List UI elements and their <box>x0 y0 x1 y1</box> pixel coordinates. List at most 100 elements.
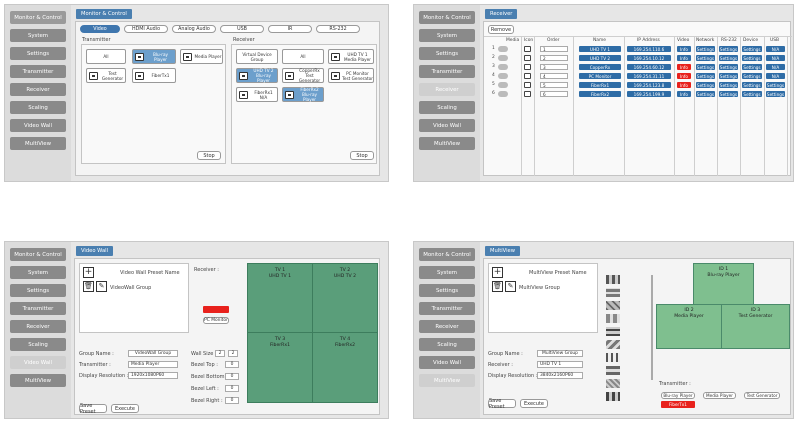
execute-button[interactable]: Execute <box>520 399 548 408</box>
tx-device-fibertx1[interactable]: FiberTx1 <box>132 68 176 83</box>
rx-device-fiberrx2[interactable]: FiberRx2 Blu-ray Player <box>282 87 324 102</box>
tx-all-button[interactable]: All <box>86 49 126 64</box>
add-preset-icon[interactable]: + <box>492 267 503 278</box>
resolution-select[interactable]: 3840x2160P60 <box>537 372 583 379</box>
sidebar-item-system[interactable]: System <box>419 29 475 42</box>
row-network-settings-button[interactable]: Settings <box>696 73 715 79</box>
bezel-bottom-input[interactable]: 0 <box>225 373 239 380</box>
mv-window-1[interactable]: ID 1 Blu-ray Player <box>693 263 754 305</box>
preset-item[interactable]: MultiView Group <box>519 285 560 291</box>
tab-rs232[interactable]: RS-232 <box>316 25 360 33</box>
sidebar-item-scaling[interactable]: Scaling <box>419 338 475 351</box>
row-network-settings-button[interactable]: Settings <box>696 46 715 52</box>
thumbnail-2[interactable] <box>606 288 620 297</box>
sidebar-item-monitor-control[interactable]: Monitor & Control <box>419 248 475 261</box>
row-network-settings-button[interactable]: Settings <box>696 82 715 88</box>
pc-monitor-button[interactable]: PC Monitor <box>203 317 229 324</box>
execute-button[interactable]: Execute <box>111 404 139 413</box>
row-rs232-settings-button[interactable]: Settings <box>719 73 738 79</box>
sidebar-item-system[interactable]: System <box>419 266 475 279</box>
sidebar-item-settings[interactable]: Settings <box>419 47 475 60</box>
rx-device-uhd-tv1[interactable]: UHD TV 1 Media Player <box>328 49 374 64</box>
row-order-select[interactable]: 6 <box>540 91 568 97</box>
sidebar-item-monitor-control[interactable]: Monitor & Control <box>10 248 66 261</box>
sidebar-item-scaling[interactable]: Scaling <box>419 101 475 114</box>
row-device-settings-button[interactable]: Settings <box>742 73 762 79</box>
row-toggle[interactable] <box>498 73 508 79</box>
resolution-select[interactable]: 1920x1080P60 <box>128 372 178 379</box>
row-order-select[interactable]: 2 <box>540 55 568 61</box>
transmitter-select[interactable]: Media Player <box>128 361 178 368</box>
tab-analog-audio[interactable]: Analog Audio <box>172 25 216 33</box>
edit-icon[interactable]: ✎ <box>505 281 516 292</box>
row-toggle[interactable] <box>498 64 508 70</box>
row-video-info-button[interactable]: Info <box>677 64 691 70</box>
row-network-settings-button[interactable]: Settings <box>696 64 715 70</box>
tab-video[interactable]: Video <box>80 25 120 33</box>
receiver-red-button[interactable] <box>203 306 229 313</box>
tx-test-generator-button[interactable]: Test Generator <box>744 392 780 399</box>
group-name-input[interactable]: MultiView Group <box>537 350 583 357</box>
thumbnail-10[interactable] <box>606 392 620 401</box>
tx-fibertx1-button[interactable]: FiberTx1 <box>661 401 695 408</box>
wall-cell-3[interactable]: TV 3 FiberRx1 <box>247 332 313 403</box>
mv-window-3[interactable]: ID 3 Test Generator <box>721 304 790 349</box>
sidebar-item-monitor-control[interactable]: Monitor & Control <box>419 11 475 24</box>
row-toggle[interactable] <box>498 55 508 61</box>
rx-device-pc-monitor[interactable]: PC Monitor Test Generator <box>328 68 374 83</box>
sidebar-item-receiver[interactable]: Receiver <box>419 83 475 96</box>
thumbnail-5[interactable] <box>606 327 620 336</box>
row-video-info-button[interactable]: Info <box>677 46 691 52</box>
sidebar-item-settings[interactable]: Settings <box>10 47 66 60</box>
row-video-info-button[interactable]: Info <box>677 91 691 97</box>
row-usb-button[interactable]: N/A <box>766 64 785 70</box>
row-usb-button[interactable]: Settings <box>766 91 785 97</box>
tx-device-test-generator[interactable]: Test Generator <box>86 68 126 83</box>
sidebar-item-video-wall[interactable]: Video Wall <box>10 119 66 132</box>
bezel-top-input[interactable]: 0 <box>225 361 239 368</box>
thumbnail-1[interactable] <box>606 275 620 284</box>
row-usb-button[interactable]: N/A <box>766 73 785 79</box>
rx-all-button[interactable]: All <box>282 49 324 64</box>
row-rs232-settings-button[interactable]: Settings <box>719 64 738 70</box>
sidebar-item-system[interactable]: System <box>10 266 66 279</box>
wall-height-select[interactable]: 2 <box>228 350 238 357</box>
tx-device-media-player[interactable]: Media Player <box>180 49 223 64</box>
thumbnail-3[interactable] <box>606 301 620 310</box>
rx-device-uhd-tv2[interactable]: UHD TV 2 Blu-ray Player <box>236 68 278 83</box>
wall-width-select[interactable]: 2 <box>215 350 225 357</box>
tab-usb[interactable]: USB <box>220 25 264 33</box>
row-rs232-settings-button[interactable]: Settings <box>719 82 738 88</box>
sidebar-item-system[interactable]: System <box>10 29 66 42</box>
row-usb-button[interactable]: N/A <box>766 55 785 61</box>
row-device-settings-button[interactable]: Settings <box>742 55 762 61</box>
trash-icon[interactable]: 🗑 <box>492 281 503 292</box>
sidebar-item-settings[interactable]: Settings <box>10 284 66 297</box>
wall-cell-2[interactable]: TV 2 UHD TV 2 <box>312 263 378 333</box>
thumbnail-6[interactable] <box>606 340 620 349</box>
receiver-select[interactable]: UHD TV 1 <box>537 361 583 368</box>
sidebar-item-scaling[interactable]: Scaling <box>10 101 66 114</box>
trash-icon[interactable]: 🗑 <box>83 281 94 292</box>
row-device-settings-button[interactable]: Settings <box>742 82 762 88</box>
tx-device-bluray[interactable]: Blu-ray Player <box>132 49 176 64</box>
thumbnail-scrollbar[interactable] <box>651 275 653 380</box>
thumbnail-7[interactable] <box>606 353 620 362</box>
sidebar-item-receiver[interactable]: Receiver <box>419 320 475 333</box>
row-device-settings-button[interactable]: Settings <box>742 46 762 52</box>
tx-media-player-button[interactable]: Media Player <box>703 392 736 399</box>
row-usb-button[interactable]: N/A <box>766 46 785 52</box>
sidebar-item-transmitter[interactable]: Transmitter <box>419 302 475 315</box>
tab-hdmi-audio[interactable]: HDMI Audio <box>124 25 168 33</box>
row-device-settings-button[interactable]: Settings <box>742 91 762 97</box>
group-name-input[interactable]: VideoWall Group <box>128 350 178 357</box>
row-video-info-button[interactable]: Info <box>677 73 691 79</box>
tx-stop-button[interactable]: Stop <box>197 151 221 160</box>
row-network-settings-button[interactable]: Settings <box>696 55 715 61</box>
sidebar-item-transmitter[interactable]: Transmitter <box>10 302 66 315</box>
remove-button[interactable]: Remove <box>488 25 514 34</box>
row-device-settings-button[interactable]: Settings <box>742 64 762 70</box>
mv-window-2[interactable]: ID 2 Media Player <box>656 304 722 349</box>
sidebar-item-multiview[interactable]: MultiView <box>10 374 66 387</box>
sidebar-item-video-wall[interactable]: Video Wall <box>419 119 475 132</box>
